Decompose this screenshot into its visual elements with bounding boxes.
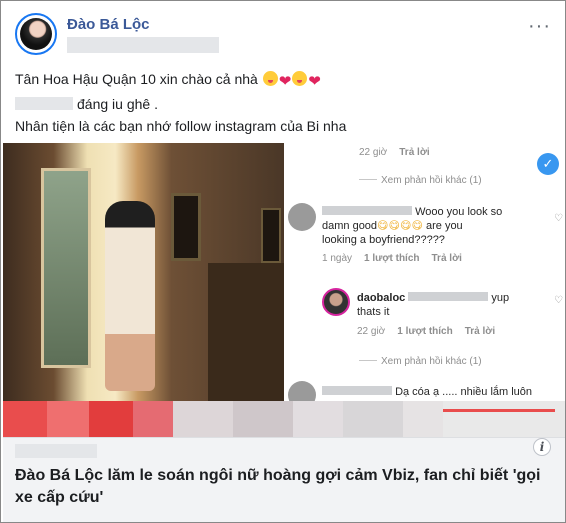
ig-comment-1-b: damn good bbox=[322, 220, 378, 232]
ig-view-more-1: Xem phản hồi khác (1) bbox=[359, 175, 482, 186]
instagram-comments-screenshot: 22 giờ Trả lời ✓ Xem phản hồi khác (1) Wo… bbox=[284, 143, 565, 401]
ig-divider bbox=[359, 360, 377, 361]
post-text: Tân Hoa Hậu Quận 10 xin chào cả nhà ❤ ❤ đ… bbox=[15, 68, 551, 137]
banner-block bbox=[233, 401, 293, 437]
link-preview-banner[interactable] bbox=[3, 401, 565, 437]
avatar-photo bbox=[20, 18, 52, 50]
emoji-row: 😋😋😋😋 bbox=[377, 220, 423, 232]
ig-comment-1-c: are you bbox=[425, 220, 463, 232]
banner-block bbox=[343, 401, 403, 437]
ig-comment-2-a: yup bbox=[491, 292, 510, 304]
banner-accent-line bbox=[443, 409, 555, 412]
ig-comment-1-meta: 1 ngày 1 lượt thích Trả lời bbox=[322, 253, 462, 264]
photo-cabinet bbox=[208, 263, 284, 401]
ig-view-more-2-text: Xem phản hồi khác (1) bbox=[381, 356, 482, 367]
ig-comment-1-a: Wooo you look so bbox=[415, 206, 503, 218]
heart-emoji: ❤ bbox=[278, 73, 292, 90]
ig-comment-3-text: Dạ cóa ạ ..... nhiều lắm luôn bbox=[395, 386, 533, 398]
tongue-face-emoji bbox=[262, 71, 278, 86]
info-icon[interactable]: i bbox=[533, 438, 551, 456]
ig-comment-2-b: thats it bbox=[357, 306, 390, 318]
ig-reply-avatar bbox=[322, 288, 350, 316]
tongue-face-emoji bbox=[292, 71, 308, 86]
link-preview-info[interactable]: i Đào Bá Lộc lăm le soán ngôi nữ hoàng g… bbox=[3, 437, 565, 522]
redacted-username bbox=[322, 206, 412, 215]
ig-comment-2-user[interactable]: daobaloc bbox=[357, 292, 405, 304]
post-text-line-2-text: đáng iu ghê . bbox=[77, 96, 158, 112]
banner-block bbox=[3, 401, 47, 437]
post-text-line-3: Nhân tiện là các bạn nhớ follow instagra… bbox=[15, 118, 347, 134]
banner-block bbox=[173, 401, 233, 437]
ig-top-time: 22 giờ bbox=[359, 147, 388, 158]
ig-divider bbox=[359, 179, 377, 180]
ig-comment-2-reply[interactable]: Trả lời bbox=[465, 326, 495, 337]
banner-block bbox=[403, 401, 443, 437]
redacted-username bbox=[322, 386, 392, 395]
banner-block bbox=[89, 401, 133, 437]
photo-doorway bbox=[41, 168, 91, 368]
ig-top-meta: 22 giờ Trả lời bbox=[359, 147, 430, 158]
post-text-line-1-text: Tân Hoa Hậu Quận 10 xin chào cả nhà bbox=[15, 71, 258, 87]
banner-block bbox=[133, 401, 173, 437]
ig-comment-2: daobaloc yup thats it bbox=[357, 291, 547, 319]
verified-check-icon: ✓ bbox=[537, 153, 559, 175]
author-avatar[interactable] bbox=[15, 13, 57, 55]
ig-commenter-avatar bbox=[288, 381, 316, 401]
post-text-line-2: đáng iu ghê . bbox=[15, 93, 551, 115]
photo-wall-frame bbox=[171, 193, 201, 261]
heart-outline-icon[interactable]: ♡ bbox=[554, 295, 563, 306]
more-options-icon[interactable]: ··· bbox=[528, 15, 551, 38]
ig-comment-3: Dạ cóa ạ ..... nhiều lắm luôn bbox=[322, 386, 532, 398]
redacted-mention bbox=[408, 292, 489, 301]
ig-view-more-1-text: Xem phản hồi khác (1) bbox=[381, 175, 482, 186]
bathroom-photo bbox=[3, 143, 284, 401]
post-image[interactable]: 22 giờ Trả lời ✓ Xem phản hồi khác (1) Wo… bbox=[3, 143, 565, 401]
ig-comment-1: Wooo you look so damn good😋😋😋😋 are you l… bbox=[322, 205, 547, 247]
facebook-post-card: Đào Bá Lộc ··· Tân Hoa Hậu Quận 10 xin c… bbox=[0, 0, 566, 523]
ig-comment-1-likes[interactable]: 1 lượt thích bbox=[364, 253, 419, 264]
banner-block bbox=[47, 401, 89, 437]
ig-comment-1-d: looking a boyfriend????? bbox=[322, 234, 445, 246]
photo-wall-frame bbox=[261, 208, 281, 263]
post-timestamp-redacted bbox=[67, 37, 219, 53]
heart-outline-icon[interactable]: ♡ bbox=[554, 213, 563, 224]
photo-person bbox=[105, 201, 155, 391]
link-headline[interactable]: Đào Bá Lộc lăm le soán ngôi nữ hoàng gợi… bbox=[15, 465, 541, 509]
post-header: Đào Bá Lộc ··· bbox=[15, 13, 555, 57]
link-source-redacted bbox=[15, 444, 97, 458]
ig-comment-1-reply[interactable]: Trả lời bbox=[432, 253, 462, 264]
redacted-mention bbox=[15, 97, 73, 110]
ig-view-more-2: Xem phản hồi khác (1) bbox=[359, 356, 482, 367]
ig-comment-2-likes[interactable]: 1 lượt thích bbox=[397, 326, 452, 337]
banner-block bbox=[293, 401, 343, 437]
ig-comment-2-time: 22 giờ bbox=[357, 326, 386, 337]
ig-comment-2-meta: 22 giờ 1 lượt thích Trả lời bbox=[357, 326, 495, 337]
ig-top-reply: Trả lời bbox=[399, 147, 430, 158]
ig-commenter-avatar bbox=[288, 203, 316, 231]
ig-comment-1-time: 1 ngày bbox=[322, 253, 353, 264]
author-name-link[interactable]: Đào Bá Lộc bbox=[67, 16, 150, 33]
heart-emoji: ❤ bbox=[308, 73, 321, 90]
post-text-line-1: Tân Hoa Hậu Quận 10 xin chào cả nhà ❤ ❤ bbox=[15, 68, 551, 93]
